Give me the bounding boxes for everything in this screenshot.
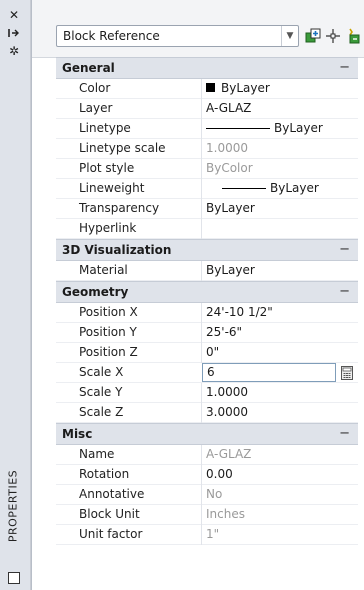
property-label: Annotative	[79, 487, 145, 501]
property-row-unit-factor[interactable]: Unit factor 1"	[56, 525, 358, 545]
property-label: Color	[79, 81, 111, 95]
property-value-scale-z[interactable]: 3.0000	[206, 405, 248, 419]
property-row-scale-z[interactable]: Scale Z 3.0000	[56, 403, 358, 423]
properties-panel: Block Reference ▼ General − Color ByLaye…	[31, 0, 364, 590]
palette-icon	[8, 572, 20, 584]
property-value-block-unit: Inches	[206, 507, 245, 521]
close-icon[interactable]: ✕	[7, 8, 21, 22]
property-row-transparency[interactable]: Transparency ByLayer	[56, 199, 358, 219]
property-row-material[interactable]: Material ByLayer	[56, 261, 358, 281]
property-row-linetype[interactable]: Linetype ByLayer	[56, 119, 358, 139]
lineweight-preview-icon	[222, 188, 266, 189]
collapse-icon[interactable]: −	[339, 284, 350, 299]
section-general[interactable]: General −	[56, 57, 358, 79]
property-row-block-unit[interactable]: Block Unit Inches	[56, 505, 358, 525]
property-row-name[interactable]: Name A-GLAZ	[56, 445, 358, 465]
property-label: Lineweight	[79, 181, 145, 195]
object-type-value: Block Reference	[63, 29, 160, 43]
property-label: Position Z	[79, 345, 138, 359]
property-label: Position X	[79, 305, 138, 319]
section-title: 3D Visualization	[62, 243, 172, 257]
property-label: Name	[79, 447, 115, 461]
property-value-color[interactable]: ByLayer	[206, 81, 270, 95]
section-title: Misc	[62, 427, 93, 441]
settings-icon[interactable]: ✲	[7, 44, 21, 58]
property-value-position-x[interactable]: 24'-10 1/2"	[206, 305, 273, 319]
property-label: Linetype scale	[79, 141, 166, 155]
property-label: Layer	[79, 101, 113, 115]
property-label: Rotation	[79, 467, 130, 481]
property-row-position-x[interactable]: Position X 24'-10 1/2"	[56, 303, 358, 323]
palette-title: PROPERTIES	[6, 469, 20, 543]
property-row-position-z[interactable]: Position Z 0"	[56, 343, 358, 363]
property-label: Material	[79, 263, 128, 277]
section-geometry[interactable]: Geometry −	[56, 281, 358, 303]
property-value-linetype[interactable]: ByLayer	[206, 121, 323, 135]
chevron-down-icon[interactable]: ▼	[281, 26, 298, 46]
property-row-annotative[interactable]: Annotative No	[56, 485, 358, 505]
collapse-icon[interactable]: −	[339, 60, 350, 75]
property-row-lineweight[interactable]: Lineweight ByLayer	[56, 179, 358, 199]
property-row-linetype-scale[interactable]: Linetype scale 1.0000	[56, 139, 358, 159]
section-title: Geometry	[62, 285, 129, 299]
property-label: Linetype	[79, 121, 131, 135]
property-label: Scale X	[79, 365, 124, 379]
collapse-icon[interactable]: −	[339, 242, 350, 257]
property-value-rotation[interactable]: 0.00	[206, 467, 233, 481]
property-label: Block Unit	[79, 507, 140, 521]
property-value-transparency[interactable]: ByLayer	[206, 201, 255, 215]
property-row-layer[interactable]: Layer A-GLAZ	[56, 99, 358, 119]
section-3d-visualization[interactable]: 3D Visualization −	[56, 239, 358, 261]
palette-title-bar: ✕ ✲ PROPERTIES	[0, 0, 31, 590]
object-type-select[interactable]: Block Reference ▼	[56, 25, 299, 47]
property-value-layer[interactable]: A-GLAZ	[206, 101, 251, 115]
property-row-hyperlink[interactable]: Hyperlink	[56, 219, 358, 239]
property-row-scale-x[interactable]: Scale X 6	[56, 363, 358, 383]
property-value-scale-y[interactable]: 1.0000	[206, 385, 248, 399]
property-row-position-y[interactable]: Position Y 25'-6"	[56, 323, 358, 343]
calculator-icon[interactable]	[340, 365, 354, 380]
property-value-name: A-GLAZ	[206, 447, 252, 461]
property-value-lineweight[interactable]: ByLayer	[222, 181, 319, 195]
linetype-preview-icon	[206, 128, 270, 129]
property-row-color[interactable]: Color ByLayer	[56, 79, 358, 99]
property-grid: General − Color ByLayer Layer A-GLAZ Lin…	[56, 57, 358, 545]
property-value-material[interactable]: ByLayer	[206, 263, 255, 277]
section-title: General	[62, 61, 115, 75]
property-value-annotative: No	[206, 487, 223, 501]
color-swatch-icon	[206, 83, 215, 92]
property-value-plot-style: ByColor	[206, 161, 253, 175]
select-objects-icon[interactable]	[324, 27, 342, 45]
property-row-scale-y[interactable]: Scale Y 1.0000	[56, 383, 358, 403]
section-misc[interactable]: Misc −	[56, 423, 358, 445]
autohide-icon[interactable]	[7, 26, 21, 40]
property-row-rotation[interactable]: Rotation 0.00	[56, 465, 358, 485]
property-label: Plot style	[79, 161, 135, 175]
property-label: Position Y	[79, 325, 137, 339]
property-row-plot-style[interactable]: Plot style ByColor	[56, 159, 358, 179]
property-label: Hyperlink	[79, 221, 137, 235]
scale-x-input[interactable]: 6	[202, 363, 336, 382]
property-label: Unit factor	[79, 527, 143, 541]
property-label: Scale Y	[79, 385, 123, 399]
collapse-icon[interactable]: −	[339, 426, 350, 441]
property-value-position-z[interactable]: 0"	[206, 345, 219, 359]
property-value-linetype-scale[interactable]: 1.0000	[206, 141, 248, 155]
property-value-position-y[interactable]: 25'-6"	[206, 325, 242, 339]
toggle-pickadd-icon[interactable]	[304, 27, 322, 45]
quick-select-icon[interactable]	[344, 27, 362, 45]
property-value-unit-factor: 1"	[206, 527, 220, 541]
property-label: Transparency	[79, 201, 160, 215]
properties-toolbar: Block Reference ▼	[32, 0, 364, 58]
property-label: Scale Z	[79, 405, 124, 419]
